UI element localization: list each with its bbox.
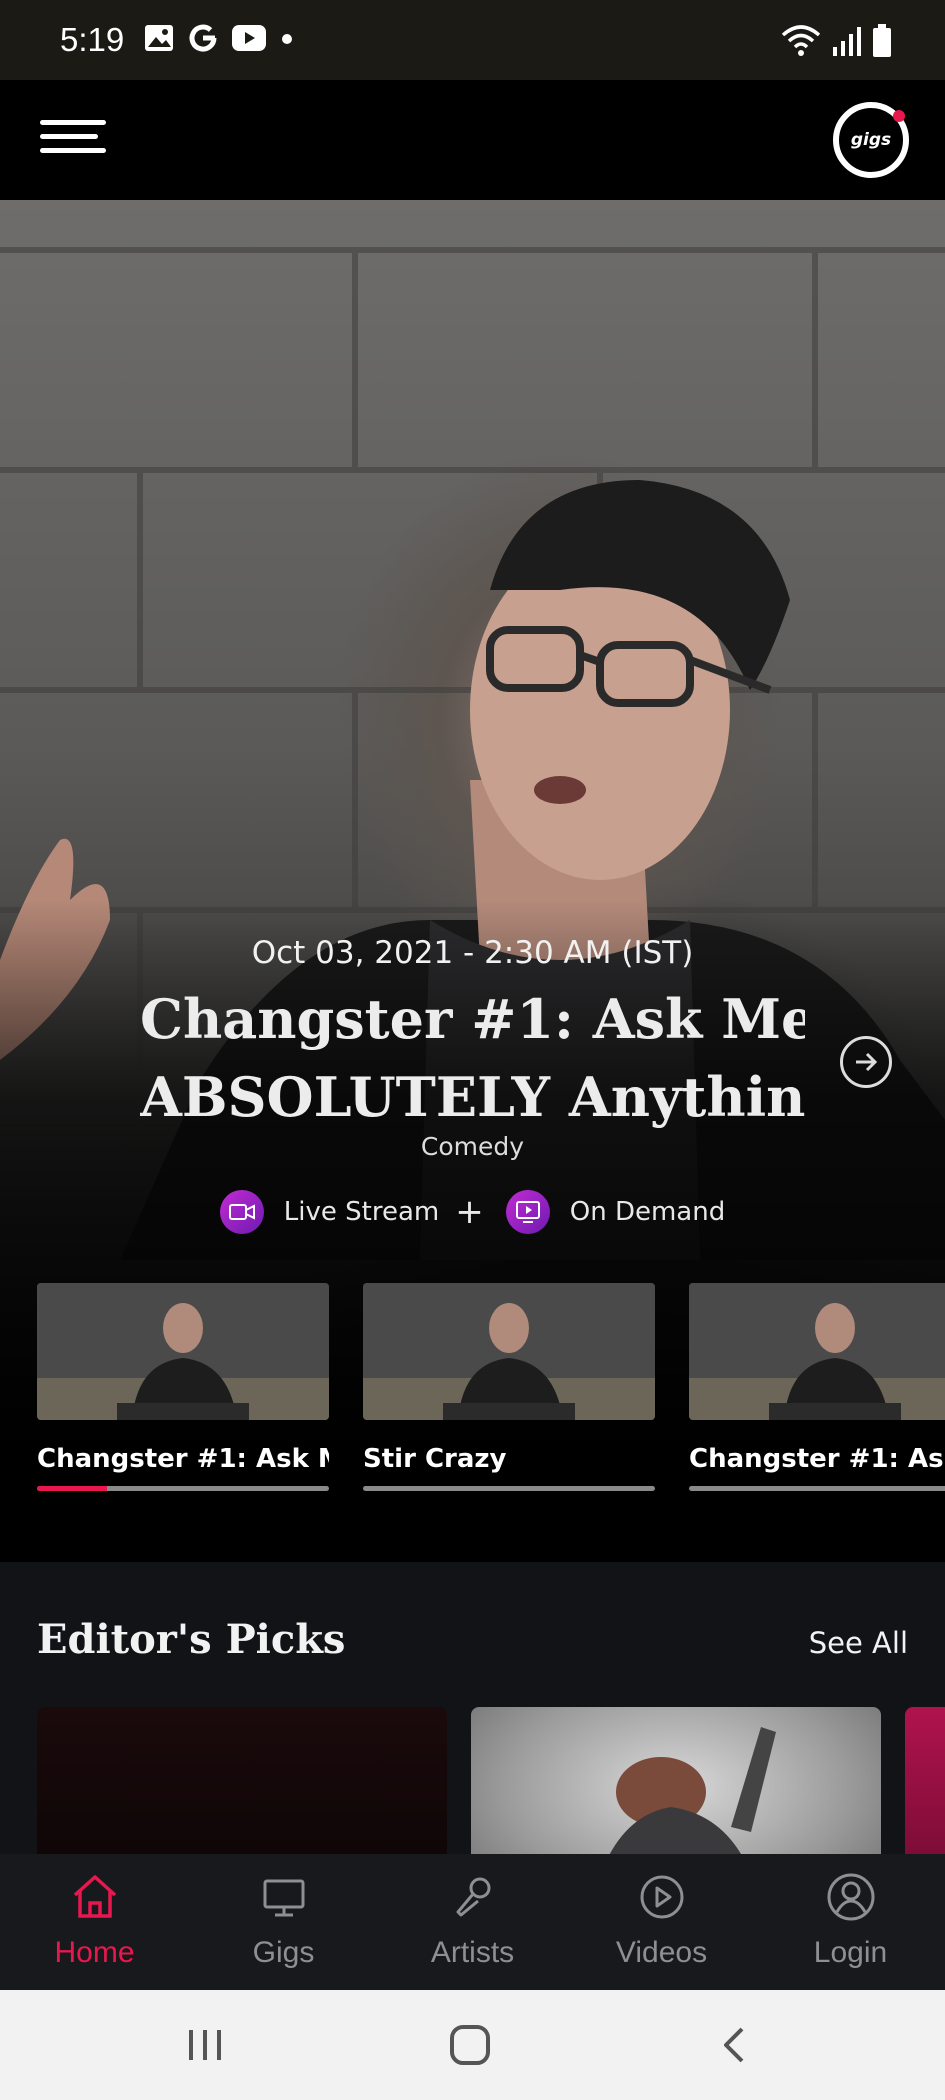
app-bar: gigs xyxy=(0,80,945,200)
bottom-navigation: Home Gigs Artists Videos Login xyxy=(0,1854,945,1990)
hero-carousel[interactable]: Changster #1: Ask Me... Stir Crazy Chang… xyxy=(0,1283,945,1503)
home-icon xyxy=(68,1870,122,1924)
carousel-label: Changster #1: Ask Me... xyxy=(37,1444,329,1474)
logo-text: gigs xyxy=(850,130,892,150)
image-icon xyxy=(144,24,174,56)
section-title: Editor's Picks xyxy=(37,1616,346,1663)
pick-card[interactable] xyxy=(37,1707,447,1854)
badge-on-demand: On Demand xyxy=(505,1190,726,1234)
arrow-right-circle-icon[interactable] xyxy=(840,1036,892,1088)
nav-label: Login xyxy=(813,1936,888,1969)
hamburger-menu-icon[interactable] xyxy=(40,116,106,162)
system-navigation-bar xyxy=(0,1990,945,2100)
pick-card[interactable] xyxy=(471,1707,881,1854)
nav-label: Home xyxy=(54,1936,135,1969)
carousel-label: Stir Crazy xyxy=(363,1444,507,1474)
nav-gigs[interactable]: Gigs xyxy=(189,1854,378,1990)
see-all-link[interactable]: See All xyxy=(809,1626,908,1660)
status-time: 5:19 xyxy=(60,21,125,58)
badge-live-stream-label: Live Stream xyxy=(283,1197,440,1227)
badge-plus: + xyxy=(455,1192,484,1232)
hero-banner[interactable]: Oct 03, 2021 - 2:30 AM (IST) Changster #… xyxy=(0,200,945,1562)
home-button-icon[interactable] xyxy=(448,2020,492,2070)
recent-apps-icon[interactable] xyxy=(185,2020,225,2070)
carousel-item[interactable]: Changster #1: Ask Me... xyxy=(37,1283,329,1491)
youtube-icon xyxy=(232,25,267,55)
status-icons-left xyxy=(144,23,294,57)
carousel-thumbnail xyxy=(37,1283,329,1420)
event-genre: Comedy xyxy=(420,1132,525,1161)
badge-live-stream: Live Stream + xyxy=(219,1190,484,1234)
carousel-item[interactable]: Stir Crazy xyxy=(363,1283,655,1491)
nav-login[interactable]: Login xyxy=(756,1854,945,1990)
video-camera-icon xyxy=(219,1190,264,1234)
carousel-label: Changster #1: Ask Me xyxy=(689,1444,945,1474)
wifi-icon xyxy=(781,25,821,61)
badge-on-demand-label: On Demand xyxy=(569,1197,726,1227)
signal-icon xyxy=(831,25,861,61)
hero-badges: Live Stream + On Demand xyxy=(0,1190,945,1234)
user-circle-icon xyxy=(824,1870,878,1924)
nav-label: Videos xyxy=(615,1936,708,1969)
nav-home[interactable]: Home xyxy=(0,1854,189,1990)
nav-videos[interactable]: Videos xyxy=(567,1854,756,1990)
back-button-icon[interactable] xyxy=(716,2020,752,2070)
gigs-logo[interactable]: gigs xyxy=(833,102,909,178)
status-bar: 5:19 xyxy=(0,0,945,80)
tv-play-icon xyxy=(505,1190,550,1234)
event-title-line-2: ABSOLUTELY Anythin... xyxy=(140,1065,805,1129)
battery-icon xyxy=(871,24,893,62)
carousel-thumbnail xyxy=(689,1283,945,1420)
event-title[interactable]: Changster #1: Ask Me ABSOLUTELY Anythin.… xyxy=(140,980,805,1136)
editors-picks-section: Editor's Picks See All xyxy=(0,1562,945,1854)
carousel-progress xyxy=(363,1486,655,1491)
tv-icon xyxy=(257,1870,311,1924)
play-circle-icon xyxy=(635,1870,689,1924)
carousel-item[interactable]: Changster #1: Ask Me xyxy=(689,1283,945,1491)
carousel-progress xyxy=(689,1486,945,1491)
nav-label: Artists xyxy=(430,1936,515,1969)
dot-icon xyxy=(280,31,294,50)
status-icons-right xyxy=(781,24,893,62)
nav-label: Gigs xyxy=(252,1936,315,1969)
nav-artists[interactable]: Artists xyxy=(378,1854,567,1990)
event-date: Oct 03, 2021 - 2:30 AM (IST) xyxy=(251,935,694,971)
carousel-thumbnail xyxy=(363,1283,655,1420)
pick-card[interactable] xyxy=(905,1707,945,1854)
event-title-line-1: Changster #1: Ask Me xyxy=(140,987,805,1051)
microphone-icon xyxy=(446,1870,500,1924)
google-g-icon xyxy=(188,23,218,57)
logo-dot-icon xyxy=(893,110,905,122)
carousel-progress-fill xyxy=(37,1486,108,1491)
carousel-progress xyxy=(37,1486,329,1491)
